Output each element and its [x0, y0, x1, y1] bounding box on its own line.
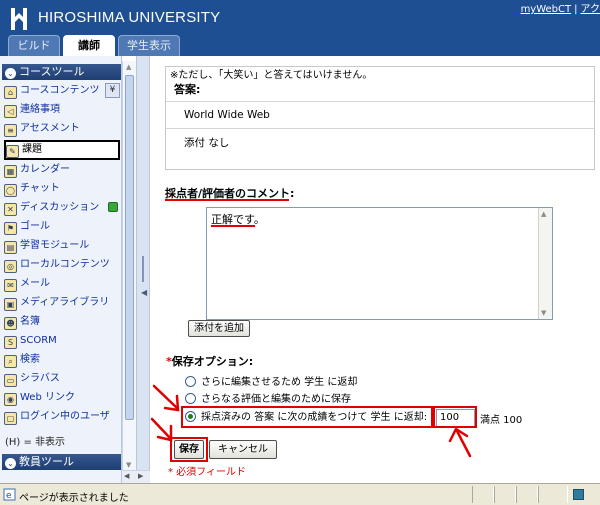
sidebar-item-search[interactable]: ⌕ 検索 — [4, 350, 120, 369]
sidebar-item-label: SCORM — [20, 335, 57, 346]
syllabus-icon: ▭ — [4, 374, 17, 387]
security-zone-icon — [573, 489, 584, 500]
collapse-left-icon[interactable]: ◀ — [141, 288, 147, 297]
status-segment — [516, 486, 538, 503]
sidebar-item-label: アセスメント — [20, 123, 80, 134]
mywebct-link[interactable]: myWebCT — [521, 4, 572, 15]
sidebar-item-media-library[interactable]: ▣ メディアライブラリ — [4, 293, 120, 312]
new-message-icon — [108, 202, 118, 212]
svg-text:e: e — [6, 491, 12, 501]
sidebar-item-discussion[interactable]: ✕ ディスカッション — [4, 198, 120, 217]
media-library-icon: ▣ — [4, 298, 17, 311]
status-segment — [472, 486, 494, 503]
sidebar-item-local-content[interactable]: ◎ ローカルコンテンツ — [4, 255, 120, 274]
top-links: myWebCT | アク — [521, 0, 600, 15]
annotation-arrows — [150, 384, 472, 458]
header-bar: HIROSHIMA UNIVERSITY myWebCT | アク ビルド 講師 学… — [0, 0, 600, 56]
page-loaded-icon: e — [3, 488, 16, 501]
tab-instructor[interactable]: 講師 — [63, 35, 115, 56]
sidebar-item-learning-modules[interactable]: ▤ 学習モジュール — [4, 236, 120, 255]
sidebar-item-label: チャット — [20, 183, 60, 194]
splitter-grip[interactable] — [142, 256, 144, 282]
search-icon: ⌕ — [4, 355, 17, 368]
goal-icon: ⚑ — [4, 222, 17, 235]
calendar-icon: ▦ — [4, 165, 17, 178]
tab-build[interactable]: ビルド — [8, 35, 60, 56]
sidebar-item-label: 学習モジュール — [20, 240, 90, 251]
web-link-icon: ◉ — [4, 393, 17, 406]
sidebar-item-label: 名簿 — [20, 316, 40, 327]
course-tools-sidebar: ⌄ コースツール ⌂ コースコンテンツ ¥ ◁ 連絡事項 ≡ アセスメント ✎ 課題 ▦ カ… — [0, 56, 122, 483]
sidebar-item-label: メール — [20, 278, 50, 289]
sidebar-item-web-links[interactable]: ◉ Web リンク — [4, 388, 120, 407]
account-link[interactable]: アク — [581, 4, 600, 15]
discussion-icon: ✕ — [4, 203, 17, 216]
sidebar-scroll-thumb[interactable] — [125, 75, 134, 420]
sidebar-item-label: メディアライブラリ — [20, 297, 110, 308]
sidebar-item-course-content[interactable]: ⌂ コースコンテンツ ¥ — [4, 81, 120, 100]
sidebar-item-label: Web リンク — [20, 392, 75, 403]
sidebar-item-goals[interactable]: ⚑ ゴール — [4, 217, 120, 236]
local-content-icon: ◎ — [4, 260, 17, 273]
sidebar-item-announcements[interactable]: ◁ 連絡事項 — [4, 100, 120, 119]
sidebar-item-users-online[interactable]: ▢ ログイン中のユーザ — [4, 407, 120, 426]
users-online-icon: ▢ — [4, 412, 17, 425]
sidebar-item-label: ローカルコンテンツ — [20, 259, 110, 270]
sidebar-item-roster[interactable]: ☻ 名簿 — [4, 312, 120, 331]
sidebar-item-label: ログイン中のユーザ — [20, 411, 110, 422]
assignment-icon: ✎ — [6, 145, 19, 158]
browser-status-bar: e ページが表示されました — [0, 483, 600, 505]
status-segment — [538, 486, 568, 503]
horizontal-scrollbar[interactable]: ◀ ▶ — [122, 470, 150, 483]
module-icon: ▤ — [4, 241, 17, 254]
scroll-up-icon[interactable]: ▲ — [126, 63, 131, 71]
sidebar-item-label: 連絡事項 — [20, 104, 60, 115]
sidebar-item-calendar[interactable]: ▦ カレンダー — [4, 160, 120, 179]
scroll-left-icon[interactable]: ◀ — [124, 472, 129, 480]
sidebar-item-label: ディスカッション — [20, 202, 100, 213]
sidebar-item-scorm[interactable]: S SCORM — [4, 331, 120, 350]
top-link-separator: | — [574, 4, 578, 15]
sidebar-item-label: 課題 — [22, 144, 42, 155]
scroll-right-icon[interactable]: ▶ — [138, 472, 143, 480]
clipboard-icon: ≡ — [4, 124, 17, 137]
sidebar-item-chat[interactable]: ◯ チャット — [4, 179, 120, 198]
assignment-grading-panel: ※ただし、「大笑い」と答えてはいけません。 答案: World Wide Web… — [150, 56, 600, 483]
university-logo-icon — [11, 8, 27, 30]
collapse-icon: ⌄ — [5, 68, 16, 79]
chat-icon: ◯ — [4, 184, 17, 197]
instructor-tools-title: 教員ツール — [19, 455, 74, 468]
course-tools-header[interactable]: ⌄ コースツール — [2, 64, 121, 80]
sidebar-item-label: ゴール — [20, 221, 50, 232]
course-tools-title: コースツール — [19, 65, 85, 78]
sidebar-scrollbar[interactable]: ▲ ▼ — [122, 61, 136, 483]
instructor-tools-header[interactable]: ⌄ 教員ツール — [2, 454, 121, 470]
megaphone-icon: ◁ — [4, 105, 17, 118]
collapse-icon: ⌄ — [5, 458, 16, 469]
sidebar-item-syllabus[interactable]: ▭ シラバス — [4, 369, 120, 388]
tab-student-view[interactable]: 学生表示 — [118, 35, 180, 56]
status-text: ページが表示されました — [19, 493, 129, 504]
hidden-legend: (H) = 非表示 — [5, 437, 66, 448]
home-icon: ⌂ — [4, 86, 17, 99]
status-segment — [494, 486, 516, 503]
sidebar-item-label: 検索 — [20, 354, 40, 365]
mail-icon: ✉ — [4, 279, 17, 292]
university-name: HIROSHIMA UNIVERSITY — [38, 9, 221, 26]
scorm-icon: S — [4, 336, 17, 349]
sidebar-item-assignments[interactable]: ✎ 課題 — [4, 140, 120, 160]
sidebar-item-mail[interactable]: ✉ メール — [4, 274, 120, 293]
sidebar-item-label: コースコンテンツ — [20, 85, 100, 96]
scroll-down-icon[interactable]: ▼ — [126, 461, 131, 469]
sidebar-item-label: カレンダー — [20, 164, 70, 175]
roster-icon: ☻ — [4, 317, 17, 330]
sidebar-item-assessment[interactable]: ≡ アセスメント — [4, 119, 120, 138]
pane-splitter[interactable]: ◀ — [136, 56, 150, 483]
chevron-down-icon[interactable]: ¥ — [105, 83, 120, 98]
sidebar-item-label: シラバス — [20, 373, 60, 384]
